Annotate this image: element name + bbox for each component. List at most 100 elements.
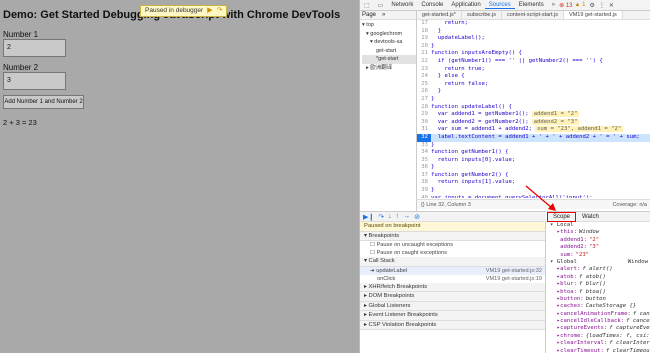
scope-entry[interactable]: addend2: "3"	[547, 244, 650, 251]
scope-entry[interactable]: ▸clearTimeout: f clearTimeout	[547, 348, 650, 353]
code-line[interactable]: 32 label.textContent = addend1 + ' + ' +…	[417, 133, 650, 142]
csp-violation-breakpoints-header[interactable]: ▸ CSP Violation Breakpoints	[360, 320, 545, 330]
tree-item-folder[interactable]: ▾ devtools-sa	[362, 38, 416, 47]
scope-entry[interactable]: ▸chrome: {loadTimes: f, csi: f	[547, 333, 650, 340]
code-line[interactable]: 35 return inputs[0].value;	[417, 157, 650, 165]
scope-entry[interactable]: ▸caches: CacheStorage {}	[547, 303, 650, 310]
line-number[interactable]: 39	[417, 187, 431, 195]
error-count-badge[interactable]: ⊗ 13	[559, 2, 572, 9]
scope-entry[interactable]: ▸btoa: f btoa()	[547, 289, 650, 296]
file-tab-active[interactable]: VM19 get-started.js	[564, 11, 623, 19]
line-number[interactable]: 31	[417, 126, 431, 134]
line-number[interactable]: 37	[417, 172, 431, 180]
resume-icon[interactable]: ▶	[207, 6, 212, 16]
scope-entry[interactable]: ▸this: Window	[547, 229, 650, 236]
resume-button-icon[interactable]: ▶❙	[363, 213, 374, 221]
code-line[interactable]: 25 return false;	[417, 81, 650, 89]
tree-item-top[interactable]: ▾ top	[362, 21, 416, 30]
scope-entry[interactable]: ▾ Local	[547, 222, 650, 229]
line-number[interactable]: 40	[417, 195, 431, 198]
tab-sources[interactable]: Sources	[484, 2, 515, 9]
code-line[interactable]: 40 var inputs = document.querySelectorAll…	[417, 195, 650, 198]
more-tabs-icon[interactable]: »	[552, 2, 555, 8]
file-tab[interactable]: content-script-start.js	[502, 11, 565, 19]
call-stack-header[interactable]: ▾ Call Stack	[360, 257, 545, 267]
file-tab[interactable]: subscribe.js	[462, 11, 502, 19]
code-editor[interactable]: 17 return; 18 } 19 updateLabel(); 20} 21 func…	[417, 20, 650, 198]
line-number[interactable]: 28	[417, 104, 431, 112]
tab-console[interactable]: Console	[417, 2, 447, 8]
tree-item-file-selected[interactable]: *get-start	[362, 55, 416, 64]
code-line[interactable]: 38 return inputs[1].value;	[417, 179, 650, 187]
line-number[interactable]: 27	[417, 96, 431, 104]
gear-icon[interactable]: ⚙	[589, 2, 594, 9]
tree-item-extension[interactable]: ▸ 欧洲翻译	[362, 64, 416, 73]
line-number[interactable]: 32	[417, 133, 431, 142]
pause-uncaught-checkbox[interactable]: ☐ Pause on uncaught exceptions	[360, 241, 545, 249]
step-over-button-icon[interactable]: ↷	[378, 213, 384, 221]
close-icon[interactable]: ✕	[609, 2, 614, 9]
step-over-icon[interactable]: ↷	[217, 6, 223, 16]
line-number[interactable]: 38	[417, 179, 431, 187]
scope-entry[interactable]: addend1: "2"	[547, 237, 650, 244]
code-line[interactable]: 22 if (getNumber1() === '' || getNumber2…	[417, 58, 650, 66]
line-number[interactable]: 25	[417, 81, 431, 89]
device-icon[interactable]: ▭	[374, 2, 388, 9]
number1-input[interactable]: 2	[3, 39, 66, 57]
code-line[interactable]: 21 function inputsAreEmpty() {	[417, 50, 650, 58]
code-line[interactable]: 29 var addend1 = getNumber1(); addend1 = …	[417, 111, 650, 119]
scope-entry[interactable]: ▸alert: f alert()	[547, 266, 650, 273]
dom-breakpoints-header[interactable]: ▸ DOM Breakpoints	[360, 292, 545, 302]
step-out-button-icon[interactable]: ↑	[396, 213, 400, 220]
code-line[interactable]: 36}	[417, 164, 650, 172]
line-number[interactable]: 21	[417, 50, 431, 58]
file-tab[interactable]: get-started.js*	[417, 11, 462, 19]
line-number[interactable]: 29	[417, 111, 431, 119]
tab-network[interactable]: Network	[387, 2, 417, 8]
scope-entry[interactable]: ▾ Global Window	[547, 259, 650, 266]
warning-count-badge[interactable]: ▲ 1	[575, 2, 586, 8]
call-frame[interactable]: onClick VM19 get-started.js:19	[360, 275, 545, 283]
code-line[interactable]: 27}	[417, 96, 650, 104]
code-line[interactable]: 30 var addend2 = getNumber2(); addend2 = …	[417, 118, 650, 127]
breakpoints-header[interactable]: ▾ Breakpoints	[360, 231, 545, 241]
tab-elements[interactable]: Elements	[515, 2, 548, 8]
deactivate-breakpoints-icon[interactable]: ⊘	[414, 213, 420, 221]
step-into-button-icon[interactable]: ↓	[388, 213, 392, 220]
code-line[interactable]: 23 return true;	[417, 66, 650, 74]
step-button-icon[interactable]: →	[403, 213, 410, 220]
line-number[interactable]: 36	[417, 164, 431, 172]
scope-entry[interactable]: ▸blur: f blur()	[547, 281, 650, 288]
more-navigator-tabs[interactable]: »	[382, 12, 385, 18]
code-line[interactable]: 26 }	[417, 88, 650, 96]
xhr-breakpoints-header[interactable]: ▸ XHR/fetch Breakpoints	[360, 282, 545, 292]
call-frame[interactable]: ➔ updateLabel VM19 get-started.js:32	[360, 266, 545, 275]
scope-entry[interactable]: sum: "23"	[547, 252, 650, 259]
tree-item-origin[interactable]: ▾ googlechrom	[362, 30, 416, 39]
code-line[interactable]: 18 }	[417, 28, 650, 36]
add-numbers-button[interactable]: Add Number 1 and Number 2	[3, 95, 84, 109]
line-number[interactable]: 22	[417, 58, 431, 66]
tab-watch[interactable]: Watch	[576, 214, 605, 220]
line-number[interactable]: 18	[417, 28, 431, 36]
pause-caught-checkbox[interactable]: ☐ Pause on caught exceptions	[360, 249, 545, 257]
tab-application[interactable]: Application	[447, 2, 484, 8]
line-number[interactable]: 26	[417, 88, 431, 96]
tab-scope[interactable]: Scope	[547, 211, 577, 222]
line-number[interactable]: 30	[417, 119, 431, 127]
line-number[interactable]: 20	[417, 43, 431, 51]
code-line[interactable]: 28 function updateLabel() {	[417, 104, 650, 112]
tree-item-file[interactable]: get-start	[362, 47, 416, 56]
code-line[interactable]: 19 updateLabel();	[417, 35, 650, 43]
code-line[interactable]: 39}	[417, 187, 650, 195]
line-number[interactable]: 34	[417, 149, 431, 157]
code-line[interactable]: 31 var sum = addend1 + addend2; sum = "23…	[417, 126, 650, 134]
scope-entry[interactable]: ▸clearInterval:f clearInterva	[547, 340, 650, 347]
scope-entry[interactable]: ▸captureEvents:f captureEvent	[547, 325, 650, 332]
scope-entry[interactable]: ▸button: button	[547, 296, 650, 303]
scope-entry[interactable]: ▸atob: f atob()	[547, 274, 650, 281]
code-line[interactable]: 34 function getNumber1() {	[417, 149, 650, 157]
number2-input[interactable]: 3	[3, 72, 66, 90]
code-line[interactable]: 20}	[417, 43, 650, 51]
global-listeners-header[interactable]: ▸ Global Listeners	[360, 301, 545, 311]
